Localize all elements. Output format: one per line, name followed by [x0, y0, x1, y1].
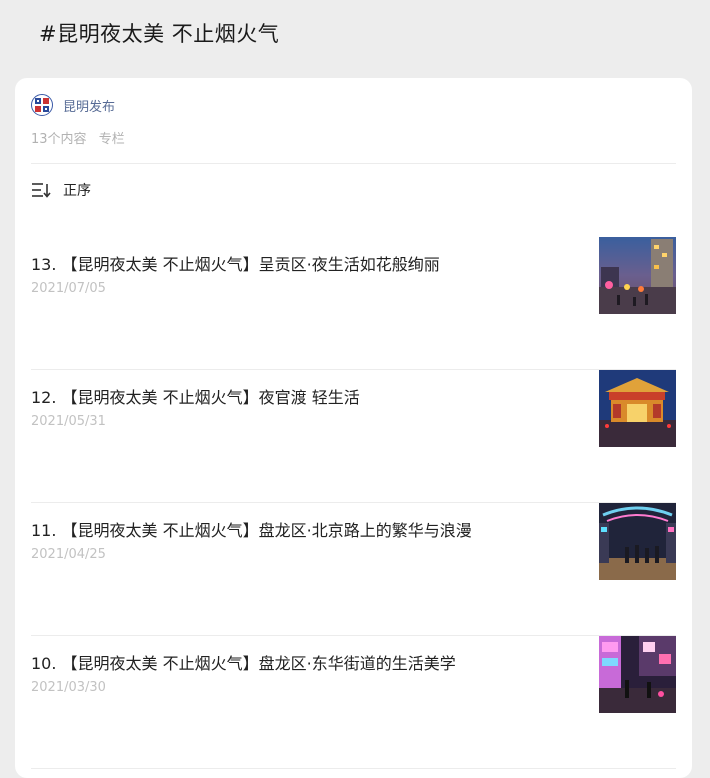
article-date: 2021/05/31: [31, 414, 106, 429]
article-thumbnail[interactable]: [599, 237, 676, 314]
article-title[interactable]: 12. 【昆明夜太美 不止烟火气】夜官渡 轻生活: [31, 384, 360, 408]
article-thumbnail[interactable]: [599, 503, 676, 580]
article-item[interactable]: 12. 【昆明夜太美 不止烟火气】夜官渡 轻生活 2021/05/31: [31, 370, 676, 503]
article-thumbnail[interactable]: [599, 370, 676, 447]
article-list: 13. 【昆明夜太美 不止烟火气】呈贡区·夜生活如花般绚丽 2021/07/05: [31, 237, 676, 769]
article-date: 2021/04/25: [31, 547, 106, 562]
article-title[interactable]: 11. 【昆明夜太美 不止烟火气】盘龙区·北京路上的繁华与浪漫: [31, 517, 472, 541]
article-item[interactable]: 10. 【昆明夜太美 不止烟火气】盘龙区·东华街道的生活美学 2021/03/3…: [31, 636, 676, 769]
sort-order-icon: [32, 183, 51, 198]
sort-toggle[interactable]: 正序: [31, 180, 91, 200]
sort-label: 正序: [63, 183, 91, 199]
article-collection-card: 昆明发布 13个内容 专栏 正序 13. 【昆明夜太美 不止烟火气】呈贡区·夜生…: [15, 78, 692, 778]
collection-type: 专栏: [98, 132, 125, 147]
collection-meta: 13个内容 专栏: [31, 128, 125, 147]
article-title[interactable]: 10. 【昆明夜太美 不止烟火气】盘龙区·东华街道的生活美学: [31, 650, 456, 674]
article-thumbnail[interactable]: [599, 636, 676, 713]
article-item[interactable]: 13. 【昆明夜太美 不止烟火气】呈贡区·夜生活如花般绚丽 2021/07/05: [31, 237, 676, 370]
page-title: #昆明夜太美 不止烟火气: [39, 22, 280, 46]
article-date: 2021/07/05: [31, 281, 106, 296]
article-date: 2021/03/30: [31, 680, 106, 695]
author-name[interactable]: 昆明发布: [63, 96, 115, 115]
kunming-fabu-logo-icon: [31, 94, 53, 116]
article-title[interactable]: 13. 【昆明夜太美 不止烟火气】呈贡区·夜生活如花般绚丽: [31, 251, 440, 275]
article-item[interactable]: 11. 【昆明夜太美 不止烟火气】盘龙区·北京路上的繁华与浪漫 2021/04/…: [31, 503, 676, 636]
content-count: 13个内容: [31, 132, 87, 147]
author-link[interactable]: 昆明发布: [31, 94, 115, 116]
divider: [31, 163, 676, 164]
